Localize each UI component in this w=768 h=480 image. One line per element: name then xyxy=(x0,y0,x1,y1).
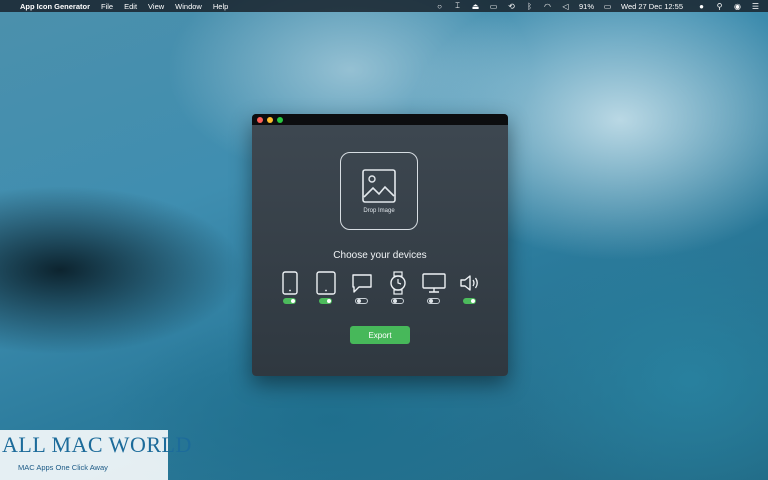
volume-icon[interactable]: ◁ xyxy=(561,2,570,11)
device-ipad xyxy=(311,271,341,304)
zoom-button[interactable] xyxy=(277,117,283,123)
airplay-icon[interactable]: ⏏ xyxy=(471,2,480,11)
bluetooth-icon[interactable]: ᛒ xyxy=(525,2,534,11)
choose-devices-heading: Choose your devices xyxy=(333,250,427,261)
watch-toggle[interactable] xyxy=(391,298,404,304)
watermark-subtitle: MAC Apps One Click Away xyxy=(18,463,108,472)
menu-edit[interactable]: Edit xyxy=(124,2,137,11)
message-toggle[interactable] xyxy=(355,298,368,304)
speaker-icon xyxy=(460,275,478,291)
monitor-toggle[interactable] xyxy=(427,298,440,304)
minimize-button[interactable] xyxy=(267,117,273,123)
cursor-icon[interactable]: ⌶ xyxy=(453,1,462,11)
device-speaker xyxy=(455,271,485,304)
watch-icon xyxy=(390,271,406,295)
iphone-toggle[interactable] xyxy=(283,298,296,304)
menu-bar: App Icon Generator File Edit View Window… xyxy=(0,0,768,12)
monitor-icon xyxy=(422,273,446,293)
device-monitor xyxy=(419,271,449,304)
device-watch xyxy=(383,271,413,304)
siri-icon[interactable]: ◉ xyxy=(733,2,742,11)
menu-window[interactable]: Window xyxy=(175,2,202,11)
wifi-icon[interactable]: ◠ xyxy=(543,2,552,11)
battery-percentage: 91% xyxy=(578,1,594,11)
speaker-toggle[interactable] xyxy=(463,298,476,304)
image-icon xyxy=(362,169,396,203)
notification-list-icon[interactable]: ☰ xyxy=(751,2,760,11)
window-titlebar[interactable] xyxy=(252,114,508,125)
time-machine-icon[interactable]: ⟲ xyxy=(507,2,516,11)
menu-view[interactable]: View xyxy=(148,2,164,11)
ipad-icon xyxy=(316,271,336,295)
menu-help[interactable]: Help xyxy=(213,2,228,11)
circle-icon[interactable]: ○ xyxy=(435,2,444,11)
watermark: ALL MAC WORLD MAC Apps One Click Away xyxy=(0,430,191,480)
menu-file[interactable]: File xyxy=(101,2,113,11)
app-window: Drop Image Choose your devices Export xyxy=(252,114,508,376)
search-icon[interactable]: ⚲ xyxy=(715,2,724,11)
battery-icon[interactable]: ▭ xyxy=(603,2,612,11)
device-message xyxy=(347,271,377,304)
export-button[interactable]: Export xyxy=(350,326,410,344)
user-icon[interactable]: ● xyxy=(697,2,706,11)
message-icon xyxy=(352,274,372,293)
device-iphone xyxy=(275,271,305,304)
app-name-menu[interactable]: App Icon Generator xyxy=(20,2,90,11)
display-icon[interactable]: ▭ xyxy=(489,2,498,11)
ipad-toggle[interactable] xyxy=(319,298,332,304)
drop-image-label: Drop Image xyxy=(363,208,395,214)
iphone-icon xyxy=(282,271,298,295)
drop-image-zone[interactable]: Drop Image xyxy=(340,152,418,230)
clock[interactable]: Wed 27 Dec 12:55 xyxy=(621,2,683,11)
watermark-title: ALL MAC WORLD xyxy=(2,432,192,457)
close-button[interactable] xyxy=(257,117,263,123)
